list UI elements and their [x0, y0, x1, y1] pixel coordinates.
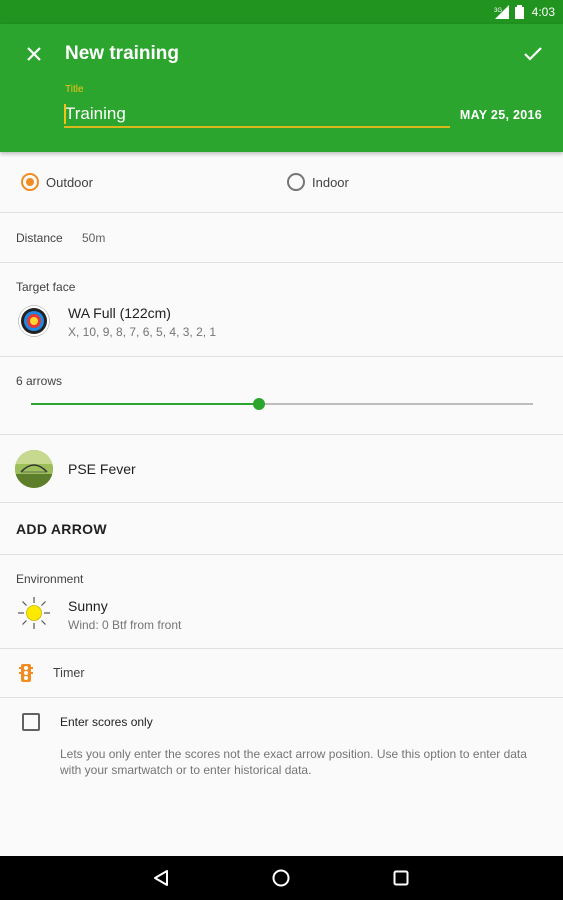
arrows-row: 6 arrows: [0, 357, 563, 435]
app-bar: New training Title MAY 25, 2016: [0, 24, 563, 152]
bow-row[interactable]: PSE Fever: [0, 435, 563, 503]
target-face-name: WA Full (122cm): [68, 305, 171, 321]
target-face-row[interactable]: Target face WA Full (122cm) X, 10, 9, 8,…: [0, 263, 563, 357]
battery-icon: [514, 5, 524, 19]
signal-icon: 3G: [493, 5, 509, 19]
distance-row[interactable]: Distance 50m: [0, 213, 563, 263]
radio-indoor-indicator: [287, 173, 305, 191]
save-button[interactable]: [519, 40, 547, 68]
check-icon: [524, 47, 542, 61]
target-face-label: Target face: [16, 280, 76, 294]
recents-button[interactable]: [391, 868, 411, 888]
close-icon: [27, 47, 41, 61]
bow-avatar: [15, 450, 53, 488]
add-arrow-button[interactable]: ADD ARROW: [16, 521, 107, 537]
distance-value: 50m: [82, 231, 106, 245]
network-type-label: 3G: [494, 8, 502, 14]
recents-icon: [393, 870, 409, 886]
target-icon: [18, 305, 50, 337]
text-cursor: [64, 104, 66, 124]
training-date[interactable]: MAY 25, 2016: [460, 108, 542, 122]
back-icon: [154, 870, 168, 886]
traffic-light-icon: [19, 664, 33, 682]
scores-only-checkbox[interactable]: [22, 713, 40, 731]
home-icon: [272, 869, 290, 887]
environment-type-row: Outdoor Indoor: [0, 152, 563, 213]
arrows-slider-fill: [31, 403, 260, 405]
arrows-slider[interactable]: [31, 398, 533, 410]
page-title: New training: [65, 43, 180, 64]
close-button[interactable]: [20, 40, 48, 68]
radio-indoor-label: Indoor: [312, 174, 349, 190]
timer-row[interactable]: Timer: [0, 649, 563, 698]
timer-label: Timer: [53, 666, 85, 680]
radio-outdoor-indicator: [21, 173, 39, 191]
sun-icon: [18, 597, 50, 629]
arrows-count-label: 6 arrows: [16, 374, 63, 388]
radio-outdoor-label: Outdoor: [46, 174, 93, 190]
wind-info: Wind: 0 Btf from front: [68, 618, 182, 632]
back-button[interactable]: [151, 868, 171, 888]
weather-name: Sunny: [68, 598, 108, 614]
scores-only-label[interactable]: Enter scores only: [60, 715, 153, 729]
bow-name: PSE Fever: [68, 461, 136, 477]
navigation-bar: [0, 856, 563, 900]
title-input[interactable]: [64, 102, 450, 128]
add-arrow-row: ADD ARROW: [0, 503, 563, 555]
scores-only-description: Lets you only enter the scores not the e…: [60, 747, 527, 777]
home-button[interactable]: [271, 868, 291, 888]
environment-row[interactable]: Environment Sunny Wind: 0 Btf from front: [0, 555, 563, 649]
environment-label: Environment: [16, 572, 84, 586]
status-bar: 3G 4:03: [0, 0, 563, 24]
distance-label: Distance: [16, 231, 63, 245]
radio-indoor[interactable]: Indoor: [287, 173, 349, 191]
radio-outdoor[interactable]: Outdoor: [21, 173, 93, 191]
title-field-label: Title: [65, 84, 84, 95]
clock: 4:03: [531, 5, 555, 19]
target-face-scoring: X, 10, 9, 8, 7, 6, 5, 4, 3, 2, 1: [68, 325, 217, 339]
